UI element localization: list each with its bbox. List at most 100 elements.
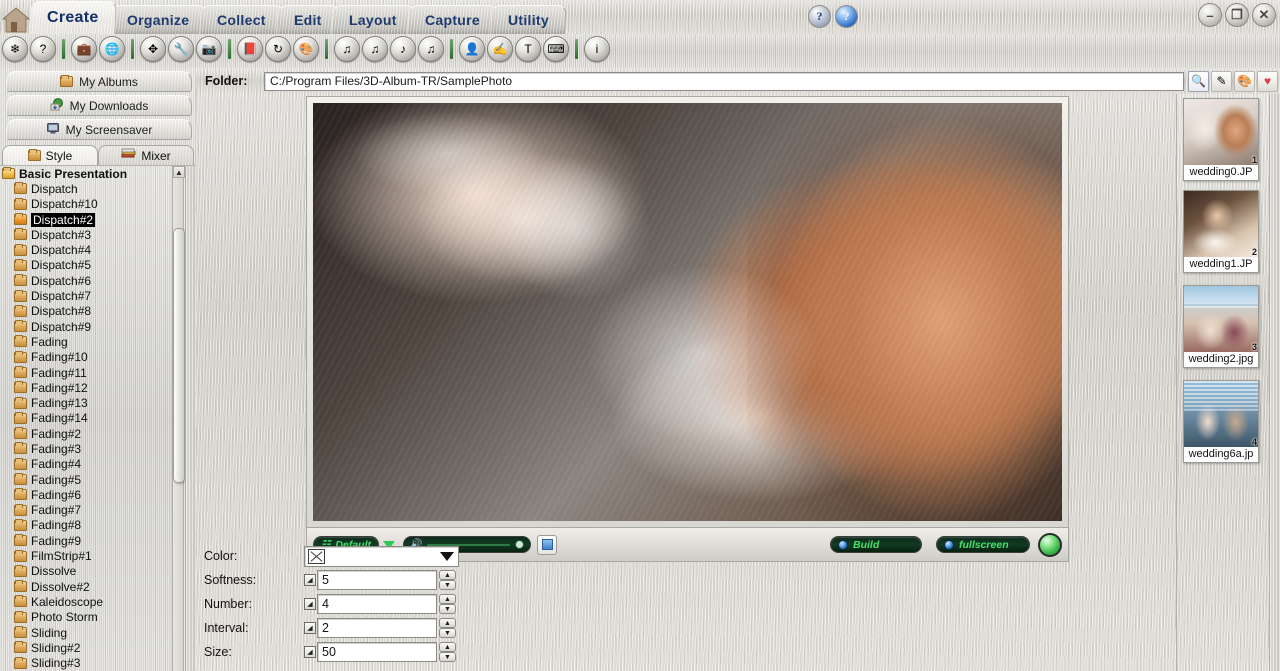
volume-knob[interactable] xyxy=(515,540,525,549)
tree-item-dissolve[interactable]: Dissolve xyxy=(0,564,176,579)
softness-spin-down[interactable]: ▼ xyxy=(439,580,456,590)
interval-input[interactable]: 2 xyxy=(317,618,437,638)
camera-icon[interactable]: 📷 xyxy=(196,36,222,62)
palette-icon[interactable]: 🎨 xyxy=(1234,70,1255,92)
softness-spin-buttons[interactable]: ▲ ▼ xyxy=(439,570,456,590)
list-item[interactable]: 2 wedding1.JP xyxy=(1183,190,1259,273)
new-album-icon[interactable]: ❄ xyxy=(2,36,28,62)
signature-icon[interactable]: ✍ xyxy=(487,36,513,62)
tab-style[interactable]: Style xyxy=(2,145,98,165)
info-globe-orb[interactable]: ? xyxy=(835,5,858,28)
favorite-heart-icon[interactable]: ♥ xyxy=(1257,70,1278,92)
tree-item-fading[interactable]: Fading xyxy=(0,334,176,349)
size-spin-down[interactable]: ▼ xyxy=(439,652,456,662)
number-reset-icon[interactable]: ◢ xyxy=(304,598,316,610)
size-reset-icon[interactable]: ◢ xyxy=(304,646,316,658)
preview-image[interactable] xyxy=(313,103,1062,521)
move-arrows-icon[interactable]: ✥ xyxy=(140,36,166,62)
keyboard-icon[interactable]: ⌨ xyxy=(543,36,569,62)
tree-item-fading-14[interactable]: Fading#14 xyxy=(0,411,176,426)
music-wave-icon[interactable]: ♪ xyxy=(390,36,416,62)
tree-item-sliding-3[interactable]: Sliding#3 xyxy=(0,656,176,671)
sidebar-item-my-albums[interactable]: My Albums xyxy=(6,71,192,92)
tab-capture[interactable]: Capture xyxy=(407,5,498,34)
list-item[interactable]: 3 wedding2.jpg xyxy=(1183,285,1259,368)
thumbnail-scrollbar[interactable] xyxy=(1269,94,1280,671)
size-input[interactable]: 50 xyxy=(317,642,437,662)
scroll-up-arrow-icon[interactable]: ▲ xyxy=(173,166,185,178)
tools-wrench-icon[interactable]: 🔧 xyxy=(168,36,194,62)
status-indicator-light[interactable] xyxy=(1038,532,1062,557)
tree-item-dispatch-3[interactable]: Dispatch#3 xyxy=(0,227,176,242)
build-button[interactable]: Build xyxy=(830,536,922,553)
user-icon[interactable]: 👤 xyxy=(459,36,485,62)
help-question-orb[interactable]: ? xyxy=(808,5,831,28)
music-add-icon[interactable]: ♫ xyxy=(362,36,388,62)
tree-item-kaleidoscope[interactable]: Kaleidoscope xyxy=(0,594,176,609)
tree-item-dispatch-2[interactable]: Dispatch#2 xyxy=(0,212,176,227)
fullscreen-button[interactable]: fullscreen xyxy=(936,536,1030,553)
tree-item-dispatch-6[interactable]: Dispatch#6 xyxy=(0,273,176,288)
style-tree-list[interactable]: Basic Presentation Dispatch Dispatch#10 … xyxy=(0,165,196,671)
tab-collect[interactable]: Collect xyxy=(199,5,284,34)
tree-item-dispatch-7[interactable]: Dispatch#7 xyxy=(0,288,176,303)
tree-item-fading-6[interactable]: Fading#6 xyxy=(0,487,176,502)
interval-reset-icon[interactable]: ◢ xyxy=(304,622,316,634)
number-spin-down[interactable]: ▼ xyxy=(439,604,456,614)
browse-folder-icon[interactable]: 🔍 xyxy=(1188,70,1209,92)
open-briefcase-icon[interactable]: 💼 xyxy=(71,36,97,62)
tree-item-dissolve-2[interactable]: Dissolve#2 xyxy=(0,579,176,594)
number-spin-buttons[interactable]: ▲ ▼ xyxy=(439,594,456,614)
tree-item-fading-3[interactable]: Fading#3 xyxy=(0,441,176,456)
interval-stepper[interactable]: ◢ 2 ▲ ▼ xyxy=(304,618,456,638)
number-spin-up[interactable]: ▲ xyxy=(439,594,456,604)
tree-item-fading-2[interactable]: Fading#2 xyxy=(0,426,176,441)
tree-item-filmstrip-1[interactable]: FilmStrip#1 xyxy=(0,548,176,563)
tab-organize[interactable]: Organize xyxy=(108,5,207,34)
number-stepper[interactable]: ◢ 4 ▲ ▼ xyxy=(304,594,456,614)
pencil-edit-icon[interactable]: ✎ xyxy=(1211,70,1232,92)
minimize-button[interactable]: – xyxy=(1198,3,1222,27)
size-spin-buttons[interactable]: ▲ ▼ xyxy=(439,642,456,662)
tab-layout[interactable]: Layout xyxy=(331,5,415,34)
color-dropdown[interactable] xyxy=(304,545,459,567)
list-item[interactable]: 1 wedding0.JP xyxy=(1183,98,1259,181)
tree-item-fading-4[interactable]: Fading#4 xyxy=(0,457,176,472)
book-icon[interactable]: 📕 xyxy=(237,36,263,62)
web-globe-icon[interactable]: 🌐 xyxy=(99,36,125,62)
home-icon[interactable] xyxy=(1,5,32,33)
interval-spin-buttons[interactable]: ▲ ▼ xyxy=(439,618,456,638)
tree-item-fading-9[interactable]: Fading#9 xyxy=(0,533,176,548)
info-person-icon[interactable]: i xyxy=(584,36,610,62)
tree-item-sliding-2[interactable]: Sliding#2 xyxy=(0,640,176,655)
softness-spin-up[interactable]: ▲ xyxy=(439,570,456,580)
interval-spin-down[interactable]: ▼ xyxy=(439,628,456,638)
restore-button[interactable]: ❐ xyxy=(1225,3,1249,27)
text-tool-icon[interactable]: T xyxy=(515,36,541,62)
size-stepper[interactable]: ◢ 50 ▲ ▼ xyxy=(304,642,456,662)
folder-path-input[interactable]: C:/Program Files/3D-Album-TR/SamplePhoto xyxy=(264,71,1184,91)
tree-item-fading-11[interactable]: Fading#11 xyxy=(0,365,176,380)
number-input[interactable]: 4 xyxy=(317,594,437,614)
softness-stepper[interactable]: ◢ 5 ▲ ▼ xyxy=(304,570,456,590)
list-item[interactable]: 4 wedding6a.jp xyxy=(1183,380,1259,463)
tree-item-fading-10[interactable]: Fading#10 xyxy=(0,350,176,365)
tab-create[interactable]: Create xyxy=(29,1,117,34)
tree-root-basic-presentation[interactable]: Basic Presentation xyxy=(0,166,176,181)
style-list-scrollbar[interactable]: ▲ xyxy=(172,166,185,671)
size-spin-up[interactable]: ▲ xyxy=(439,642,456,652)
tab-utility[interactable]: Utility xyxy=(490,5,567,34)
tree-item-fading-5[interactable]: Fading#5 xyxy=(0,472,176,487)
tree-item-fading-12[interactable]: Fading#12 xyxy=(0,380,176,395)
tree-item-dispatch-5[interactable]: Dispatch#5 xyxy=(0,258,176,273)
tab-mixer[interactable]: Mixer xyxy=(98,145,194,165)
tree-item-photo-storm[interactable]: Photo Storm xyxy=(0,610,176,625)
softness-input[interactable]: 5 xyxy=(317,570,437,590)
interval-spin-up[interactable]: ▲ xyxy=(439,618,456,628)
softness-reset-icon[interactable]: ◢ xyxy=(304,574,316,586)
music-delete-icon[interactable]: ♫ xyxy=(418,36,444,62)
tree-item-fading-7[interactable]: Fading#7 xyxy=(0,503,176,518)
tree-item-dispatch-4[interactable]: Dispatch#4 xyxy=(0,242,176,257)
help-question-icon[interactable]: ? xyxy=(30,36,56,62)
tree-item-dispatch-8[interactable]: Dispatch#8 xyxy=(0,304,176,319)
